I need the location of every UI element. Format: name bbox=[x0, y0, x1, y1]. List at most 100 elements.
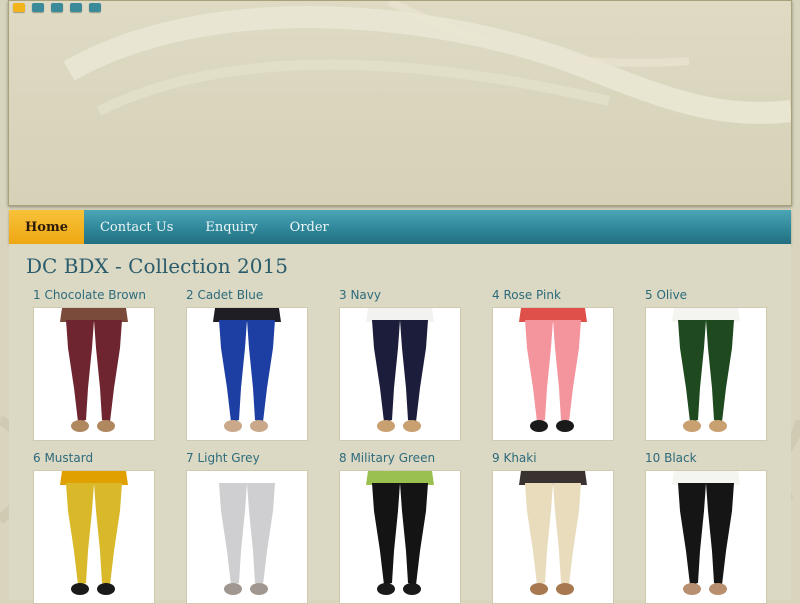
right-leg bbox=[553, 320, 581, 422]
slider-dots bbox=[13, 3, 101, 12]
kurta-hem bbox=[366, 471, 434, 485]
left-leg bbox=[219, 320, 247, 422]
nav-enquiry[interactable]: Enquiry bbox=[189, 210, 273, 244]
right-leg bbox=[94, 483, 122, 585]
right-leg bbox=[706, 483, 734, 585]
product-item[interactable]: 6 Mustard bbox=[33, 450, 163, 604]
right-shoe bbox=[97, 420, 115, 432]
left-shoe bbox=[683, 583, 701, 595]
product-label[interactable]: 1 Chocolate Brown bbox=[33, 287, 163, 303]
right-shoe bbox=[97, 583, 115, 595]
leggings-illustration bbox=[60, 471, 128, 595]
leggings-illustration bbox=[60, 308, 128, 432]
slider-dot-2[interactable] bbox=[32, 3, 44, 12]
product-item[interactable]: 5 Olive bbox=[645, 287, 775, 441]
left-leg bbox=[525, 483, 553, 585]
slider-dot-1[interactable] bbox=[13, 3, 25, 12]
product-image[interactable] bbox=[33, 470, 155, 604]
nav-contact-us[interactable]: Contact Us bbox=[84, 210, 189, 244]
kurta-hem bbox=[672, 308, 740, 322]
product-image[interactable] bbox=[492, 470, 614, 604]
product-image[interactable] bbox=[339, 470, 461, 604]
product-item[interactable]: 3 Navy bbox=[339, 287, 469, 441]
page-title: DC BDX - Collection 2015 bbox=[26, 254, 288, 278]
product-label[interactable]: 5 Olive bbox=[645, 287, 775, 303]
slider-dot-5[interactable] bbox=[89, 3, 101, 12]
product-label[interactable]: 10 Black bbox=[645, 450, 775, 466]
left-leg bbox=[372, 483, 400, 585]
leggings-illustration bbox=[213, 471, 281, 595]
left-shoe bbox=[530, 583, 548, 595]
kurta-hem bbox=[213, 471, 281, 485]
leggings-illustration bbox=[519, 308, 587, 432]
product-label[interactable]: 3 Navy bbox=[339, 287, 469, 303]
product-image[interactable] bbox=[492, 307, 614, 441]
product-item[interactable]: 9 Khaki bbox=[492, 450, 622, 604]
product-image[interactable] bbox=[186, 307, 308, 441]
left-shoe bbox=[224, 583, 242, 595]
right-shoe bbox=[250, 420, 268, 432]
kurta-hem bbox=[519, 308, 587, 322]
header-banner bbox=[8, 0, 792, 206]
leggings-illustration bbox=[366, 308, 434, 432]
leggings-illustration bbox=[213, 308, 281, 432]
slider-dot-3[interactable] bbox=[51, 3, 63, 12]
product-item[interactable]: 10 Black bbox=[645, 450, 775, 604]
left-leg bbox=[678, 483, 706, 585]
leggings-illustration bbox=[672, 471, 740, 595]
product-item[interactable]: 4 Rose Pink bbox=[492, 287, 622, 441]
left-leg bbox=[66, 320, 94, 422]
kurta-hem bbox=[60, 471, 128, 485]
product-item[interactable]: 1 Chocolate Brown bbox=[33, 287, 163, 441]
left-shoe bbox=[377, 583, 395, 595]
product-image[interactable] bbox=[339, 307, 461, 441]
product-label[interactable]: 6 Mustard bbox=[33, 450, 163, 466]
product-label[interactable]: 9 Khaki bbox=[492, 450, 622, 466]
product-item[interactable]: 8 Military Green bbox=[339, 450, 469, 604]
leggings-illustration bbox=[366, 471, 434, 595]
product-label[interactable]: 4 Rose Pink bbox=[492, 287, 622, 303]
left-leg bbox=[219, 483, 247, 585]
left-shoe bbox=[224, 420, 242, 432]
right-leg bbox=[247, 320, 275, 422]
right-shoe bbox=[709, 583, 727, 595]
left-shoe bbox=[71, 420, 89, 432]
right-shoe bbox=[556, 420, 574, 432]
leggings-illustration bbox=[519, 471, 587, 595]
right-shoe bbox=[250, 583, 268, 595]
product-label[interactable]: 2 Cadet Blue bbox=[186, 287, 316, 303]
right-shoe bbox=[556, 583, 574, 595]
right-leg bbox=[400, 320, 428, 422]
kurta-hem bbox=[213, 308, 281, 322]
left-leg bbox=[372, 320, 400, 422]
left-leg bbox=[525, 320, 553, 422]
right-shoe bbox=[709, 420, 727, 432]
right-leg bbox=[94, 320, 122, 422]
banner-swirl-graphic bbox=[63, 1, 791, 124]
left-shoe bbox=[377, 420, 395, 432]
product-item[interactable]: 2 Cadet Blue bbox=[186, 287, 316, 441]
left-shoe bbox=[530, 420, 548, 432]
right-leg bbox=[247, 483, 275, 585]
slider-dot-4[interactable] bbox=[70, 3, 82, 12]
main-content: DC BDX - Collection 2015 1 Chocolate Bro… bbox=[9, 244, 791, 604]
kurta-hem bbox=[60, 308, 128, 322]
nav-home[interactable]: Home bbox=[9, 210, 84, 244]
product-item[interactable]: 7 Light Grey bbox=[186, 450, 316, 604]
left-shoe bbox=[71, 583, 89, 595]
kurta-hem bbox=[519, 471, 587, 485]
product-image[interactable] bbox=[33, 307, 155, 441]
product-image[interactable] bbox=[645, 307, 767, 441]
right-leg bbox=[400, 483, 428, 585]
product-label[interactable]: 7 Light Grey bbox=[186, 450, 316, 466]
kurta-hem bbox=[366, 308, 434, 322]
leggings-illustration bbox=[672, 308, 740, 432]
product-image[interactable] bbox=[645, 470, 767, 604]
product-image[interactable] bbox=[186, 470, 308, 604]
right-leg bbox=[553, 483, 581, 585]
right-leg bbox=[706, 320, 734, 422]
nav-order[interactable]: Order bbox=[274, 210, 345, 244]
main-nav: Home Contact Us Enquiry Order bbox=[9, 210, 791, 244]
product-label[interactable]: 8 Military Green bbox=[339, 450, 469, 466]
left-leg bbox=[678, 320, 706, 422]
